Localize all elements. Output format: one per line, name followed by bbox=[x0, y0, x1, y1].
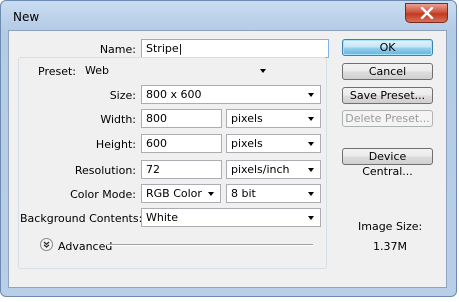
resolution-input[interactable]: 72 bbox=[141, 160, 222, 179]
size-select[interactable]: 800 x 600 bbox=[141, 85, 321, 104]
name-value: Stripe bbox=[146, 42, 179, 55]
height-unit-select[interactable]: pixels bbox=[226, 134, 321, 153]
preset-value: Web bbox=[85, 64, 109, 77]
image-size-value: 1.37M bbox=[373, 240, 407, 253]
resolution-value: 72 bbox=[146, 163, 160, 176]
dropdown-arrow-icon bbox=[208, 192, 214, 196]
size-label: Size: bbox=[109, 89, 136, 102]
resolution-unit-value: pixels/inch bbox=[231, 163, 290, 176]
color-mode-value: RGB Color bbox=[146, 187, 202, 200]
height-label: Height: bbox=[95, 138, 136, 151]
width-value: 800 bbox=[146, 112, 167, 125]
resolution-unit-select[interactable]: pixels/inch bbox=[226, 160, 321, 179]
name-input[interactable]: Stripe| bbox=[141, 39, 329, 58]
background-contents-select[interactable]: White bbox=[141, 208, 321, 227]
preset-label: Preset: bbox=[38, 65, 77, 78]
bit-depth-select[interactable]: 8 bit bbox=[226, 184, 321, 203]
close-button[interactable] bbox=[405, 3, 448, 23]
name-label: Name: bbox=[99, 43, 136, 56]
dropdown-arrow-icon bbox=[308, 142, 314, 146]
save-preset-button[interactable]: Save Preset... bbox=[342, 87, 433, 104]
bit-depth-value: 8 bit bbox=[231, 187, 256, 200]
advanced-label[interactable]: Advanced bbox=[58, 240, 112, 253]
advanced-divider bbox=[107, 244, 313, 246]
preset-select[interactable]: Web bbox=[80, 61, 273, 80]
cancel-button[interactable]: Cancel bbox=[342, 63, 433, 80]
width-input[interactable]: 800 bbox=[141, 109, 222, 128]
height-input[interactable]: 600 bbox=[141, 134, 222, 153]
delete-preset-button[interactable]: Delete Preset... bbox=[342, 110, 433, 127]
chevron-double-down-icon[interactable] bbox=[40, 238, 53, 251]
background-contents-value: White bbox=[146, 211, 178, 224]
width-unit-select[interactable]: pixels bbox=[226, 109, 321, 128]
background-contents-label: Background Contents: bbox=[20, 212, 143, 225]
size-value: 800 x 600 bbox=[146, 88, 202, 101]
dropdown-arrow-icon bbox=[308, 117, 314, 121]
dropdown-arrow-icon bbox=[260, 69, 266, 73]
width-unit-value: pixels bbox=[231, 112, 263, 125]
close-icon bbox=[420, 7, 434, 19]
height-unit-value: pixels bbox=[231, 137, 263, 150]
ok-button[interactable]: OK bbox=[342, 39, 433, 56]
color-mode-select[interactable]: RGB Color bbox=[141, 184, 221, 203]
color-mode-label: Color Mode: bbox=[70, 188, 136, 201]
height-value: 600 bbox=[146, 137, 167, 150]
resolution-label: Resolution: bbox=[74, 164, 136, 177]
dropdown-arrow-icon bbox=[308, 216, 314, 220]
dropdown-arrow-icon bbox=[308, 93, 314, 97]
width-label: Width: bbox=[100, 113, 136, 126]
image-size-label: Image Size: bbox=[358, 220, 423, 233]
device-central-button[interactable]: Device Central... bbox=[342, 148, 433, 178]
window-title: New bbox=[13, 10, 40, 24]
dropdown-arrow-icon bbox=[308, 168, 314, 172]
dropdown-arrow-icon bbox=[308, 192, 314, 196]
